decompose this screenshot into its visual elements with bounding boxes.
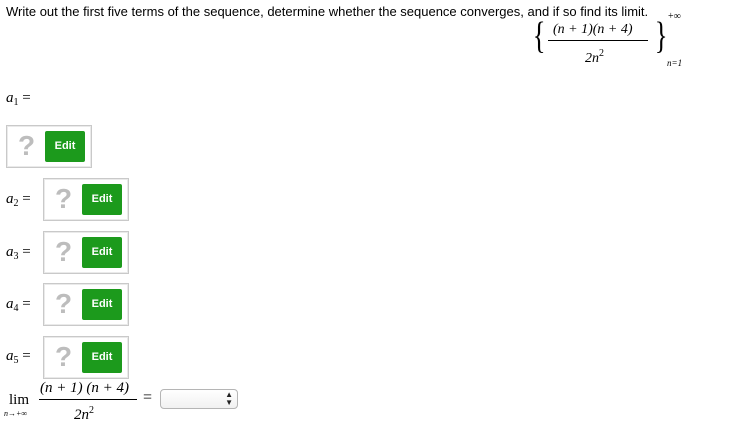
placeholder-question-icon: ? [18, 130, 36, 161]
term-label-3: a3 = [6, 244, 31, 262]
placeholder-question-icon: ? [55, 236, 73, 267]
term-label-5: a5 = [6, 348, 31, 366]
sequence-numerator: (n + 1)(n + 4) [553, 22, 633, 37]
sequence-upper-bound: +∞ [668, 11, 681, 22]
answer-box-5[interactable]: ? Edit [43, 336, 129, 379]
limit-fraction-bar [39, 399, 137, 400]
term-label-1: a1 = [6, 90, 31, 108]
answer-box-4[interactable]: ? Edit [43, 283, 129, 326]
placeholder-question-icon: ? [55, 288, 73, 319]
sequence-lower-bound: n=1 [667, 58, 683, 68]
placeholder-question-icon: ? [55, 183, 73, 214]
placeholder-question-icon: ? [55, 341, 73, 372]
answer-box-2[interactable]: ? Edit [43, 178, 129, 221]
term-label-4: a4 = [6, 296, 31, 314]
limit-equals: = [143, 389, 153, 406]
limit-denominator: 2n2 [74, 405, 94, 423]
term-label-2: a2 = [6, 191, 31, 209]
limit-numerator: (n + 1) (n + 4) [40, 380, 129, 396]
sequence-fraction-bar [548, 40, 648, 41]
edit-button-2[interactable]: Edit [82, 184, 122, 215]
answer-box-1[interactable]: ? Edit [6, 125, 92, 168]
answer-box-3[interactable]: ? Edit [43, 231, 129, 274]
edit-button-1[interactable]: Edit [45, 131, 85, 162]
edit-button-3[interactable]: Edit [82, 237, 122, 268]
limit-subscript: n→+∞ [4, 409, 28, 418]
right-brace: } [654, 15, 668, 57]
edit-button-4[interactable]: Edit [82, 289, 122, 320]
limit-operator: lim [9, 392, 30, 408]
sequence-denominator: 2n2 [585, 48, 604, 66]
instruction-text: Write out the first five terms of the se… [6, 4, 649, 19]
up-down-arrows-icon: ▲ ▼ [225, 390, 233, 407]
limit-answer-select[interactable]: ▲ ▼ [160, 389, 238, 409]
left-brace: { [532, 15, 546, 57]
select-value [161, 394, 165, 406]
edit-button-5[interactable]: Edit [82, 342, 122, 373]
